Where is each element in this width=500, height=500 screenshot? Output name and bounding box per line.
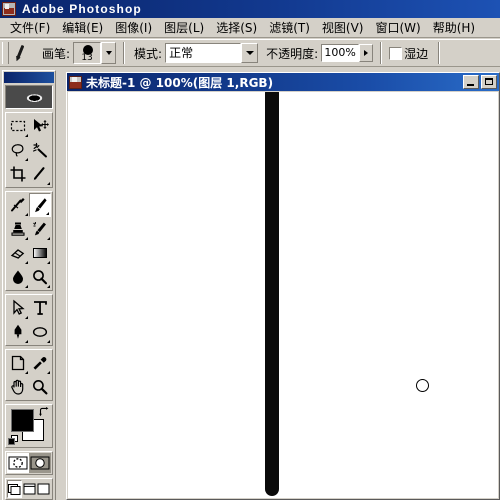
color-swatches [5,404,53,448]
blur-tool[interactable] [7,265,29,289]
chevron-down-icon[interactable] [241,43,259,63]
menu-help[interactable]: 帮助(H) [427,17,481,38]
clone-stamp-tool[interactable] [7,217,29,241]
hand-tool[interactable] [7,375,29,399]
screen-mode-group [5,478,53,500]
healing-brush-tool[interactable] [7,193,29,217]
zoom-tool[interactable] [29,375,51,399]
shape-tool[interactable] [29,320,51,344]
menu-image[interactable]: 图像(I) [109,17,158,38]
brush-size-value: 13 [81,53,93,63]
document-title: 未标题-1 @ 100%(图层 1,RGB) [86,75,274,90]
eyedropper-tool[interactable] [29,351,51,375]
toolbox-group-vector [5,294,53,346]
standard-mode-button[interactable] [7,453,29,473]
brush-stroke [265,92,279,496]
options-bar-grip[interactable] [2,42,9,64]
mask-mode-group [5,451,53,475]
opacity-slider-button[interactable] [359,44,374,62]
full-screen-with-menubar-button[interactable] [22,480,37,498]
menu-view[interactable]: 视图(V) [316,17,370,38]
document-icon [69,75,82,89]
menu-filter[interactable]: 滤镜(T) [263,17,316,38]
paintbrush-icon[interactable] [12,42,36,64]
canvas[interactable] [68,92,498,498]
menu-select[interactable]: 选择(S) [210,17,263,38]
gradient-tool[interactable] [29,241,51,265]
swap-colors-icon[interactable] [39,407,49,417]
notes-tool[interactable] [7,351,29,375]
lasso-tool[interactable] [7,138,29,162]
brush-label: 画笔: [42,46,71,61]
magic-wand-tool[interactable] [29,138,51,162]
menu-window[interactable]: 窗口(W) [369,17,426,38]
brush-cursor-circle [416,379,429,392]
toolbox-banner-image [5,85,53,109]
standard-screen-mode-button[interactable] [7,480,22,498]
crop-tool[interactable] [7,162,29,186]
path-selection-tool[interactable] [7,296,29,320]
opacity-label: 不透明度: [266,46,319,61]
opacity-value[interactable]: 100% [321,44,360,62]
photoshop-window: Adobe Photoshop 文件(F) 编辑(E) 图像(I) 图层(L) … [0,0,500,500]
tool-options-bar: 画笔: 13 模式: 正常 不透明度: 100% 湿边 [0,39,500,67]
default-colors-icon[interactable] [8,435,18,445]
wet-edges-label: 湿边 [404,46,429,61]
full-screen-mode-button[interactable] [37,480,52,498]
toolbox-group-painting [5,191,53,291]
options-separator-1 [123,42,126,64]
toolbox-palette [2,70,56,500]
dodge-tool[interactable] [29,265,51,289]
eraser-tool[interactable] [7,241,29,265]
type-tool[interactable] [29,296,51,320]
maximize-button[interactable] [481,75,497,89]
document-window: 未标题-1 @ 100%(图层 1,RGB) [66,72,500,500]
photoshop-icon [2,2,16,16]
foreground-color-swatch[interactable] [11,409,34,432]
minimize-button[interactable] [463,75,479,89]
mode-label: 模式: [134,46,163,61]
slice-tool[interactable] [29,162,51,186]
application-titlebar: Adobe Photoshop [0,0,500,18]
menu-file[interactable]: 文件(F) [4,17,56,38]
brush-preset-preview[interactable]: 13 [73,42,102,64]
toolbox-group-utility [5,349,53,401]
blend-mode-combobox[interactable]: 正常 [165,43,259,63]
options-separator-2 [380,42,383,64]
menu-layer[interactable]: 图层(L) [158,17,210,38]
brush-preset-dropdown-button[interactable] [101,42,117,64]
toolbox-titlebar[interactable] [4,72,54,83]
history-brush-tool[interactable] [29,217,51,241]
menubar: 文件(F) 编辑(E) 图像(I) 图层(L) 选择(S) 滤镜(T) 视图(V… [0,18,500,38]
pen-tool[interactable] [7,320,29,344]
wet-edges-checkbox[interactable] [389,46,403,60]
marquee-tool[interactable] [7,114,29,138]
window-buttons [463,75,497,89]
options-separator-3 [438,42,441,64]
quick-mask-mode-button[interactable] [29,453,51,473]
application-title: Adobe Photoshop [22,2,142,16]
toolbox-group-selection [5,112,53,188]
document-titlebar[interactable]: 未标题-1 @ 100%(图层 1,RGB) [67,73,499,91]
menu-edit[interactable]: 编辑(E) [56,17,109,38]
move-tool[interactable] [29,114,51,138]
paintbrush-tool[interactable] [28,193,51,217]
blend-mode-value: 正常 [165,43,242,63]
